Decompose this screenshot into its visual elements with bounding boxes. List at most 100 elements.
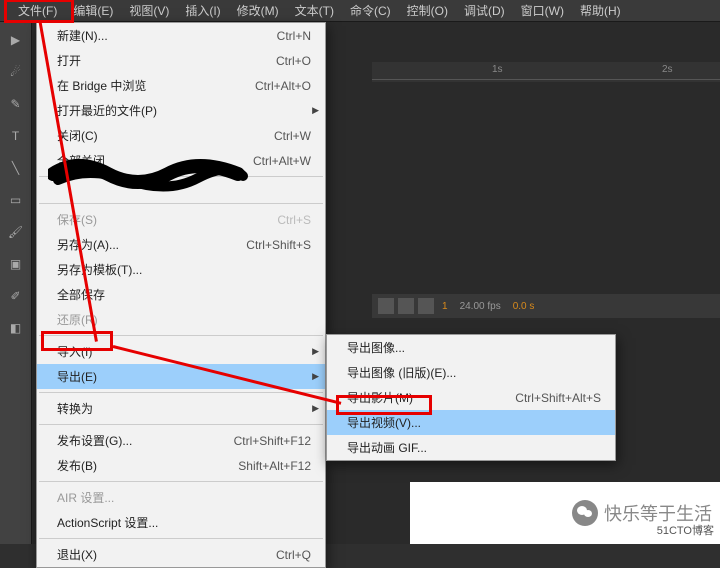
file-menu-item[interactable]: 全部关闭Ctrl+Alt+W [37, 148, 325, 173]
file-menu-item[interactable]: 全部保存 [37, 282, 325, 307]
lasso-tool-icon[interactable]: ☄ [2, 58, 30, 86]
brush-tool-icon[interactable]: 🖌 [2, 218, 30, 246]
file-menu-item: 保存(S) Ctrl+S [37, 207, 325, 232]
menu-item-label: 发布(B) [57, 457, 97, 474]
export-submenu-item[interactable]: 导出视频(V)... [327, 410, 615, 435]
eraser-tool-icon[interactable]: ◧ [2, 314, 30, 342]
menu-item-label: 导出视频(V)... [347, 414, 421, 431]
menu-item-label: 在 Bridge 中浏览 [57, 77, 146, 94]
export-submenu-item[interactable]: 导出图像 (旧版)(E)... [327, 360, 615, 385]
submenu-arrow-icon: ▶ [312, 346, 319, 357]
bucket-tool-icon[interactable]: ▣ [2, 250, 30, 278]
timeline-tick: 2s [662, 64, 673, 75]
menu-insert[interactable]: 插入(I) [177, 0, 228, 22]
file-menu-item[interactable]: 发布设置(G)... Ctrl+Shift+F12 [37, 428, 325, 453]
text-tool-icon[interactable]: T [2, 122, 30, 150]
file-menu-item[interactable]: 打开 Ctrl+O [37, 48, 325, 73]
menu-item-shortcut: Ctrl+Alt+O [255, 79, 311, 93]
file-menu-item[interactable]: 新建(N)... Ctrl+N [37, 23, 325, 48]
file-menu-item[interactable]: 转换为▶ [37, 396, 325, 421]
menu-view[interactable]: 视图(V) [121, 0, 177, 22]
menu-separator [39, 392, 323, 393]
menu-item-label: 导入(I) [57, 343, 92, 360]
menu-separator [39, 176, 323, 177]
menu-item-label: 保存(S) [57, 211, 97, 228]
menu-control[interactable]: 控制(O) [399, 0, 456, 22]
file-menu-item: 还原(R) [37, 307, 325, 332]
menu-separator [39, 203, 323, 204]
menu-item-shortcut: Ctrl+S [277, 213, 311, 227]
menu-separator [39, 481, 323, 482]
menu-item-label: 打开 [57, 52, 81, 69]
eyedropper-tool-icon[interactable]: ✐ [2, 282, 30, 310]
file-menu-dropdown: 新建(N)... Ctrl+N 打开 Ctrl+O 在 Bridge 中浏览 Ctrl+A… [36, 22, 326, 568]
submenu-arrow-icon: ▶ [312, 371, 319, 382]
play-icon[interactable] [378, 298, 394, 314]
file-menu-item[interactable]: 退出(X) Ctrl+Q [37, 542, 325, 567]
export-submenu-item[interactable]: 导出图像... [327, 335, 615, 360]
onion-skin-icon[interactable] [418, 298, 434, 314]
menu-item-label: AIR 设置... [57, 489, 114, 506]
export-submenu-item[interactable]: 导出动画 GIF... [327, 435, 615, 460]
menu-edit[interactable]: 编辑(E) [65, 0, 121, 22]
selection-tool-icon[interactable]: ▶ [2, 26, 30, 54]
menu-modify[interactable]: 修改(M) [229, 0, 287, 22]
menu-item-shortcut: Ctrl+Shift+S [246, 238, 311, 252]
menu-file[interactable]: 文件(F) [10, 0, 65, 22]
menu-item-label: 打开最近的文件(P) [57, 102, 157, 119]
elapsed-time: 0.0 s [509, 301, 539, 312]
menu-item-label: 转换为 [57, 400, 93, 417]
menu-item-label: 另存为(A)... [57, 236, 119, 253]
wechat-icon [572, 500, 598, 526]
menu-item-label: 新建(N)... [57, 27, 108, 44]
export-submenu-item[interactable]: 导出影片(M) Ctrl+Shift+Alt+S [327, 385, 615, 410]
fps-display: 24.00 fps [456, 301, 505, 312]
menu-item-label: 导出影片(M) [347, 389, 413, 406]
file-menu-item[interactable]: 在 Bridge 中浏览 Ctrl+Alt+O [37, 73, 325, 98]
file-menu-item[interactable]: ActionScript 设置... [37, 510, 325, 535]
timeline[interactable]: 1s 2s [372, 62, 720, 82]
menu-item-label: 全部关闭 [57, 152, 105, 169]
menu-commands[interactable]: 命令(C) [342, 0, 399, 22]
pen-tool-icon[interactable]: ✎ [2, 90, 30, 118]
menu-item-label: ActionScript 设置... [57, 514, 158, 531]
menu-item-label: 发布设置(G)... [57, 432, 132, 449]
menu-item-shortcut: Ctrl+Shift+F12 [234, 434, 311, 448]
menu-separator [39, 424, 323, 425]
menu-separator [39, 538, 323, 539]
menubar: 文件(F) 编辑(E) 视图(V) 插入(I) 修改(M) 文本(T) 命令(C… [0, 0, 720, 22]
line-tool-icon[interactable]: ╲ [2, 154, 30, 182]
file-menu-item[interactable]: 导出(E) ▶ [37, 364, 325, 389]
menu-item-shortcut: Ctrl+Q [276, 548, 311, 562]
menu-help[interactable]: 帮助(H) [572, 0, 629, 22]
file-menu-item[interactable]: 打开最近的文件(P) ▶ [37, 98, 325, 123]
submenu-arrow-icon: ▶ [312, 105, 319, 116]
menu-text[interactable]: 文本(T) [287, 0, 342, 22]
menu-item-label: 导出图像 (旧版)(E)... [347, 364, 456, 381]
file-menu-item[interactable]: 另存为模板(T)... [37, 257, 325, 282]
menu-item-label: 导出图像... [347, 339, 405, 356]
file-menu-item[interactable]: 关闭(C)Ctrl+W [37, 123, 325, 148]
rectangle-tool-icon[interactable]: ▭ [2, 186, 30, 214]
current-frame: 1 [438, 301, 452, 312]
file-menu-item[interactable]: 导入(I) ▶ [37, 339, 325, 364]
menu-debug[interactable]: 调试(D) [456, 0, 513, 22]
menu-item-shortcut: Shift+Alt+F12 [238, 459, 311, 473]
export-submenu-dropdown: 导出图像... 导出图像 (旧版)(E)... 导出影片(M) Ctrl+Shift+… [326, 334, 616, 461]
blog-watermark: 51CTO博客 [657, 522, 714, 538]
menu-separator [39, 335, 323, 336]
menu-item-shortcut: Ctrl+W [274, 129, 311, 143]
file-menu-item: AIR 设置... [37, 485, 325, 510]
menu-window[interactable]: 窗口(W) [513, 0, 572, 22]
loop-icon[interactable] [398, 298, 414, 314]
menu-item-label: 退出(X) [57, 546, 97, 563]
menu-item-label: 导出(E) [57, 368, 97, 385]
timeline-status-bar: 1 24.00 fps 0.0 s [372, 294, 720, 318]
menu-item-label: 另存为模板(T)... [57, 261, 142, 278]
menu-item-shortcut: Ctrl+N [277, 29, 311, 43]
menu-item-shortcut: Ctrl+O [276, 54, 311, 68]
file-menu-item[interactable]: 另存为(A)... Ctrl+Shift+S [37, 232, 325, 257]
menu-item-label: 全部保存 [57, 286, 105, 303]
menu-item-shortcut: Ctrl+Shift+Alt+S [515, 391, 601, 405]
file-menu-item[interactable]: 发布(B) Shift+Alt+F12 [37, 453, 325, 478]
